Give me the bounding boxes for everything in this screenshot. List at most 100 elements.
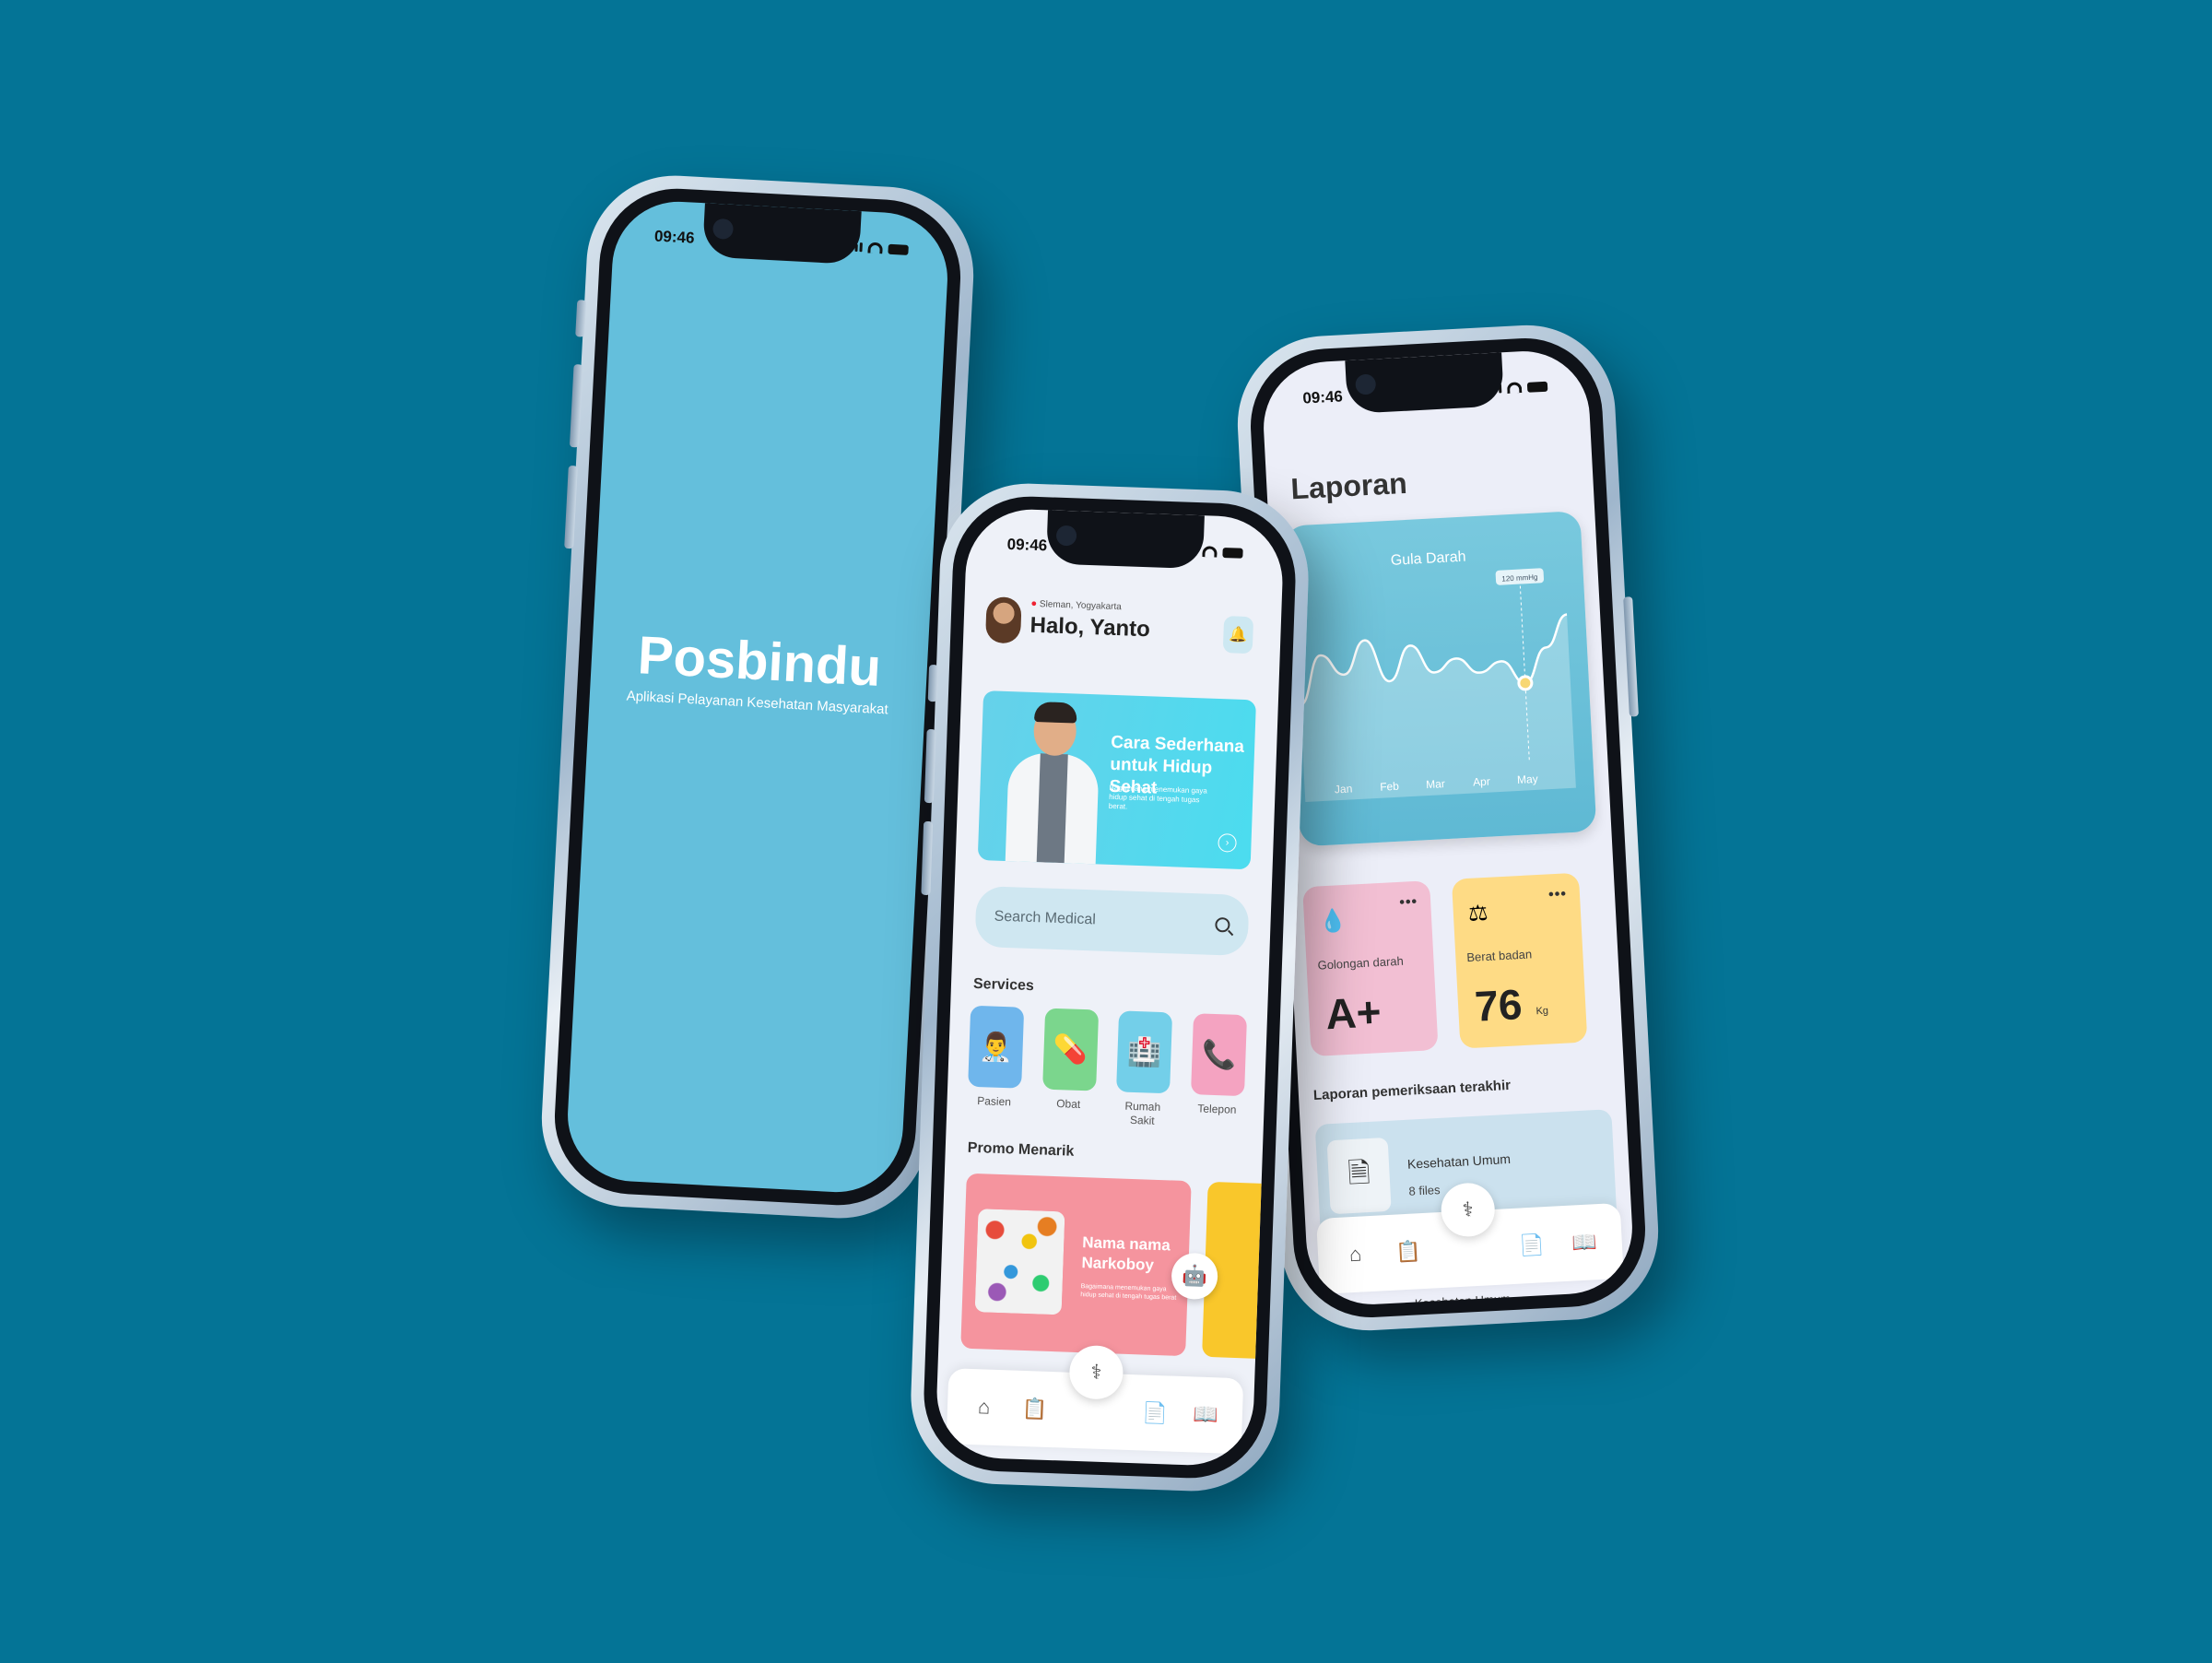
phone-home: 09:46 ● Sleman, Yogyakarta Halo, Yanto 🔔… — [908, 480, 1312, 1494]
location: ● Sleman, Yogyakarta — [1030, 598, 1122, 612]
service-telepon[interactable]: 📞 Telepon — [1188, 1013, 1249, 1131]
phone-bezel: 09:46 ● Sleman, Yogyakarta Halo, Yanto 🔔… — [921, 493, 1299, 1481]
blood-type-card[interactable]: ••• 💧 Golongan darah A+ — [1302, 880, 1439, 1057]
more-icon[interactable]: ••• — [1399, 894, 1418, 912]
home-icon[interactable]: ⌂ — [965, 1395, 1003, 1420]
medical-center-button[interactable]: ⚕ — [1068, 1344, 1124, 1400]
stat-value: A+ — [1324, 987, 1382, 1039]
promo-card-title: Nama nama Narkoboy — [1081, 1233, 1171, 1274]
search-placeholder: Search Medical — [994, 908, 1097, 928]
phone-bezel: 09:46 Laporan Gula Darah 120 mmHg Jan Feb Ma… — [1246, 334, 1650, 1322]
banner-text: Bagaimana menemukan gaya hidup sehat di … — [1108, 783, 1207, 811]
health-banner[interactable]: Cara Sederhana untuk Hidup Sehat Bagaima… — [977, 690, 1256, 870]
service-label: Rumah Sakit — [1124, 1099, 1161, 1127]
status-time: 09:46 — [653, 227, 695, 247]
service-rumah-sakit[interactable]: 🏥 Rumah Sakit — [1113, 1010, 1174, 1128]
stat-unit: Kg — [1535, 1005, 1549, 1018]
power-button — [1623, 596, 1639, 717]
clipboard-icon[interactable]: 📋 — [1016, 1397, 1053, 1421]
document-icon: 🗎 — [1326, 1137, 1392, 1215]
document-tab-icon[interactable]: 📄 — [1512, 1233, 1550, 1258]
chart-svg: Gula Darah120 mmHgJan Feb Mar Apr May — [1300, 549, 1576, 803]
promo-card-text: Bagaimana menemukan gaya hidup sehat di … — [1080, 1283, 1177, 1302]
doctor-image — [1000, 695, 1107, 867]
blood-drop-icon: 💧 — [1318, 907, 1347, 935]
blood-sugar-chart[interactable]: Gula Darah 120 mmHg Jan Feb Mar Apr May — [1283, 511, 1597, 847]
service-label: Pasien — [977, 1094, 1012, 1109]
battery-icon — [1222, 547, 1243, 559]
battery-icon — [888, 243, 909, 255]
services-title: Services — [972, 975, 1035, 995]
pills-image — [974, 1209, 1065, 1315]
notch — [1046, 510, 1205, 570]
more-icon[interactable]: ••• — [1548, 886, 1568, 903]
camera — [712, 218, 735, 240]
doctor-icon: 👨‍⚕️ — [968, 1005, 1025, 1089]
mute-switch — [575, 300, 587, 337]
scale-icon: ⚖ — [1467, 900, 1489, 926]
recent-reports-title: Laporan pemeriksaan terakhir — [1312, 1077, 1512, 1104]
clipboard-icon[interactable]: 📋 — [1389, 1239, 1427, 1265]
chart-title: Gula Darah — [1390, 549, 1466, 569]
volume-up-button — [569, 364, 583, 448]
report-title[interactable]: Kesehatan Umum — [1415, 1291, 1512, 1307]
camera — [1355, 373, 1377, 395]
search-input[interactable]: Search Medical — [974, 885, 1250, 957]
service-obat[interactable]: 💊 Obat — [1039, 1008, 1100, 1126]
search-icon[interactable] — [1215, 916, 1230, 933]
notch — [701, 203, 862, 265]
home-screen: 09:46 ● Sleman, Yogyakarta Halo, Yanto 🔔… — [935, 507, 1285, 1468]
bell-icon[interactable]: 🔔 — [1222, 616, 1254, 655]
arrow-right-icon[interactable]: › — [1218, 833, 1237, 853]
hospital-icon: 🏥 — [1116, 1010, 1173, 1094]
document-tab-icon[interactable]: 📄 — [1136, 1400, 1174, 1425]
volume-down-button — [921, 820, 934, 896]
wifi-icon — [1506, 382, 1523, 394]
mute-switch — [927, 664, 939, 702]
x-tick-label: May — [1517, 773, 1538, 786]
tab-bar: ⌂ 📋 📄 📖 ⚕ — [1315, 1181, 1624, 1294]
pill-icon: 💊 — [1041, 1008, 1099, 1091]
x-tick-label: Mar — [1426, 777, 1445, 791]
tab-spacer — [1067, 1410, 1123, 1412]
report-screen: 09:46 Laporan Gula Darah 120 mmHg Jan Feb Ma… — [1260, 348, 1636, 1308]
promo-card[interactable]: Nama nama Narkoboy Bagaimana menemukan g… — [960, 1173, 1192, 1357]
services-list: 👨‍⚕️ Pasien 💊 Obat 🏥 Rumah Sakit 📞 Telep… — [965, 1005, 1249, 1132]
report-title: Kesehatan Umum — [1406, 1150, 1512, 1172]
page-title: Laporan — [1289, 466, 1408, 506]
weight-card[interactable]: ••• ⚖ Berat badan 76 Kg — [1451, 872, 1588, 1049]
book-icon[interactable]: 📖 — [1187, 1402, 1225, 1427]
book-icon[interactable]: 📖 — [1565, 1230, 1603, 1256]
service-pasien[interactable]: 👨‍⚕️ Pasien — [965, 1005, 1026, 1124]
promo-carousel[interactable]: Nama nama Narkoboy Bagaimana menemukan g… — [960, 1173, 1264, 1359]
camera — [1055, 525, 1077, 547]
wifi-icon — [867, 242, 883, 254]
phone-bezel: 09:46 Posbindu Aplikasi Pelayanan Keseha… — [550, 184, 965, 1209]
phone-splash: 09:46 Posbindu Aplikasi Pelayanan Keseha… — [536, 171, 979, 1223]
home-header: ● Sleman, Yogyakarta Halo, Yanto 🔔 — [984, 591, 1260, 655]
tab-bar: ⌂ 📋 📄 📖 ⚕ — [946, 1344, 1244, 1455]
x-tick-label: Apr — [1473, 775, 1490, 789]
notch — [1345, 352, 1505, 415]
service-label: Obat — [1055, 1097, 1081, 1111]
report-subtitle: 8 files — [1408, 1182, 1441, 1198]
stat-label: Berat badan — [1465, 947, 1533, 965]
chart-point[interactable] — [1517, 675, 1534, 691]
tab-spacer — [1442, 1247, 1498, 1250]
x-tick-label: Feb — [1380, 780, 1400, 794]
battery-icon — [1526, 381, 1548, 393]
service-label: Telepon — [1197, 1102, 1237, 1116]
status-time: 09:46 — [1006, 535, 1048, 555]
splash-screen: 09:46 Posbindu Aplikasi Pelayanan Keseha… — [564, 198, 951, 1196]
phone-icon: 📞 — [1190, 1013, 1248, 1097]
x-tick-label: Jan — [1335, 782, 1353, 796]
wifi-icon — [1202, 546, 1218, 558]
stat-value: 76 — [1473, 980, 1524, 1031]
location-text: Sleman, Yogyakarta — [1039, 599, 1122, 613]
avatar[interactable] — [984, 596, 1022, 644]
volume-down-button — [564, 465, 578, 549]
status-time: 09:46 — [1301, 387, 1344, 407]
home-icon[interactable]: ⌂ — [1336, 1242, 1374, 1268]
greeting: Halo, Yanto — [1030, 612, 1151, 643]
stat-label: Golongan darah — [1317, 953, 1405, 973]
